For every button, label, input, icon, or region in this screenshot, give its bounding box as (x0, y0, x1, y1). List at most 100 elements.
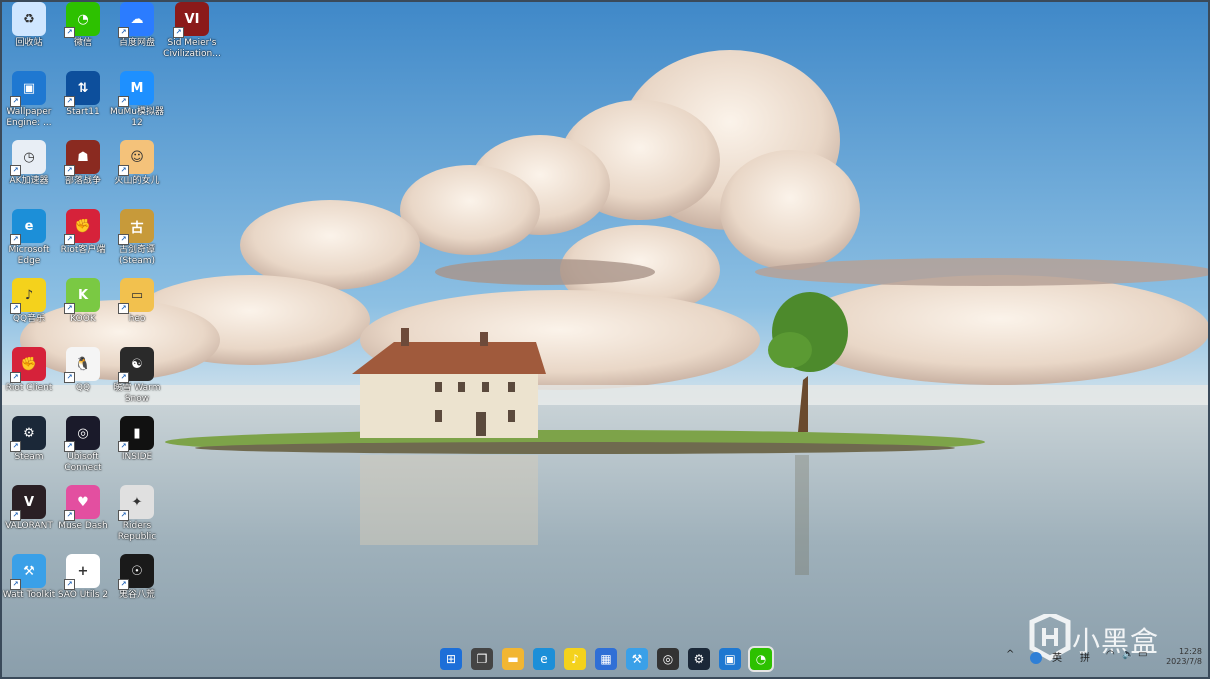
battery-icon[interactable]: ▭ (1138, 649, 1147, 669)
desktop-icon-label: heo (128, 314, 146, 324)
shortcut-arrow-icon: ↗ (64, 510, 75, 521)
ubisoft-connect-icon: ◎ (662, 652, 674, 666)
taskbar-edge[interactable]: e (533, 648, 555, 670)
tray-language-indicator[interactable]: 英 (1052, 649, 1062, 669)
taskbar-task-view[interactable]: ❐ (471, 648, 493, 670)
taskbar-start-button[interactable]: ⊞ (440, 648, 462, 670)
sao-utils-icon: + ↗ (64, 554, 100, 590)
shortcut-arrow-icon: ↗ (10, 441, 21, 452)
shortcut-arrow-icon: ↗ (118, 579, 129, 590)
desktop-icon[interactable]: ☯ ↗ 暖雪 Warm Snow (105, 345, 169, 411)
valorant-icon: V ↗ (10, 485, 46, 521)
desktop-icon[interactable]: M ↗ MuMu模拟器12 (105, 69, 169, 135)
shortcut-arrow-icon: ↗ (64, 372, 75, 383)
wechat-icon: ◔ ↗ (64, 2, 100, 38)
edge-icon: e ↗ (10, 209, 46, 245)
desktop-icon-label: INSIDE (121, 452, 153, 462)
shortcut-arrow-icon: ↗ (64, 579, 75, 590)
shortcut-arrow-icon: ↗ (118, 372, 129, 383)
taskbar-ubisoft-connect[interactable]: ◎ (657, 648, 679, 670)
desktop-wallpaper (0, 0, 1210, 679)
volume-icon[interactable]: 🔈 (1122, 649, 1134, 669)
riot-client-icon: ✊ ↗ (64, 209, 100, 245)
desktop-icon-label: 火山的女儿 (114, 176, 160, 186)
desktop-icon-label: Riders Republic (117, 521, 157, 542)
wechat-icon: ◔ (755, 652, 767, 666)
shortcut-arrow-icon: ↗ (10, 234, 21, 245)
recycle-bin-icon: ♻ (12, 2, 46, 36)
shortcut-arrow-icon: ↗ (10, 372, 21, 383)
shortcut-arrow-icon: ↗ (10, 165, 21, 176)
wallpaper-engine-icon: ▣ ↗ (10, 71, 46, 107)
game-mask-icon: ☉ ↗ (118, 554, 154, 590)
desktop-icon[interactable]: ▭ ↗ heo (105, 276, 169, 342)
windows-start-icon: ⊞ (445, 652, 457, 666)
wallpaper-engine-icon: ▣ (724, 652, 736, 666)
gujian-icon: 古 ↗ (118, 209, 154, 245)
desktop-icon[interactable]: ☺ ↗ 火山的女儿 (105, 138, 169, 204)
shortcut-arrow-icon: ↗ (118, 165, 129, 176)
riot-icon: ✊ ↗ (10, 347, 46, 383)
muse-dash-icon: ♥ ↗ (64, 485, 100, 521)
taskbar-file-explorer[interactable]: ▬ (502, 648, 524, 670)
shortcut-arrow-icon: ↗ (118, 27, 129, 38)
anime-girl-icon: ☺ ↗ (118, 140, 154, 176)
desktop-icon[interactable]: ☉ ↗ 鬼谷八荒 (105, 552, 169, 618)
desktop-icon-label: 鬼谷八荒 (118, 590, 155, 600)
tray-ime-indicator[interactable]: 拼 (1080, 649, 1090, 669)
wifi-icon[interactable]: ◠ (1106, 649, 1115, 669)
warm-snow-icon: ☯ ↗ (118, 347, 154, 383)
desktop-icon-label: MuMu模拟器12 (110, 107, 164, 128)
taskbar-steam[interactable]: ⚙ (688, 648, 710, 670)
store-icon: ▦ (600, 652, 612, 666)
shortcut-arrow-icon: ↗ (64, 234, 75, 245)
task-view-icon: ❐ (476, 652, 488, 666)
desktop-icon[interactable]: 古 ↗ 古剑奇谭(Steam) (105, 207, 169, 273)
baidu-netdisk-icon: ☁ ↗ (118, 2, 154, 38)
shortcut-arrow-icon: ↗ (118, 234, 129, 245)
folder-icon: ▬ (507, 652, 519, 666)
desktop-icon-label: 古剑奇谭(Steam) (118, 245, 156, 266)
shortcut-arrow-icon: ↗ (118, 510, 129, 521)
edge-icon: e (540, 652, 548, 666)
clock-time: 12:28 (1178, 647, 1202, 656)
shortcut-arrow-icon: ↗ (10, 510, 21, 521)
qq-icon: 🐧 ↗ (64, 347, 100, 383)
qq-music-icon: ♪ (571, 652, 579, 666)
shortcut-arrow-icon: ↗ (118, 441, 129, 452)
shortcut-arrow-icon: ↗ (64, 303, 75, 314)
steam-icon: ⚙ (693, 652, 705, 666)
shortcut-arrow-icon: ↗ (64, 96, 75, 107)
taskbar-watt-toolkit[interactable]: ⚒ (626, 648, 648, 670)
shortcut-arrow-icon: ↗ (10, 579, 21, 590)
mumu-emulator-icon: M ↗ (118, 71, 154, 107)
desktop-icon[interactable]: ✦ ↗ Riders Republic (105, 483, 169, 549)
ak-accelerator-icon: ◷ ↗ (10, 140, 46, 176)
desktop-icon-label: 暖雪 Warm Snow (113, 383, 161, 404)
qq-music-icon: ♪ ↗ (10, 278, 46, 314)
tray-app-icon[interactable] (1030, 652, 1042, 664)
start11-icon: ⇅ ↗ (64, 71, 100, 107)
taskbar-microsoft-store[interactable]: ▦ (595, 648, 617, 670)
taskbar-wallpaper-engine[interactable]: ▣ (719, 648, 741, 670)
taskbar-wechat[interactable]: ◔ (748, 646, 774, 672)
taskbar-qq-music[interactable]: ♪ (564, 648, 586, 670)
desktop-icon-label: Sid Meier's Civilization... (163, 38, 221, 59)
shortcut-arrow-icon: ↗ (10, 303, 21, 314)
clock-date: 2023/7/8 (1166, 657, 1202, 666)
watt-toolkit-icon: ⚒ ↗ (10, 554, 46, 590)
shortcut-arrow-icon: ↗ (64, 27, 75, 38)
watt-toolkit-icon: ⚒ (631, 652, 643, 666)
shortcut-arrow-icon: ↗ (64, 441, 75, 452)
kook-icon: K ↗ (64, 278, 100, 314)
game-warrior-icon: ☗ ↗ (64, 140, 100, 176)
shortcut-arrow-icon: ↗ (173, 27, 184, 38)
taskbar-clock[interactable]: 12:28 2023/7/8 (1162, 647, 1202, 667)
desktop-icon[interactable]: ▮ ↗ INSIDE (105, 414, 169, 480)
desktop-icon[interactable]: VI ↗ Sid Meier's Civilization... (160, 0, 224, 66)
shortcut-arrow-icon: ↗ (118, 96, 129, 107)
tray-chevron-icon[interactable]: ^ (1006, 649, 1014, 669)
folder-icon: ▭ ↗ (118, 278, 154, 314)
inside-icon: ▮ ↗ (118, 416, 154, 452)
steam-icon: ⚙ ↗ (10, 416, 46, 452)
